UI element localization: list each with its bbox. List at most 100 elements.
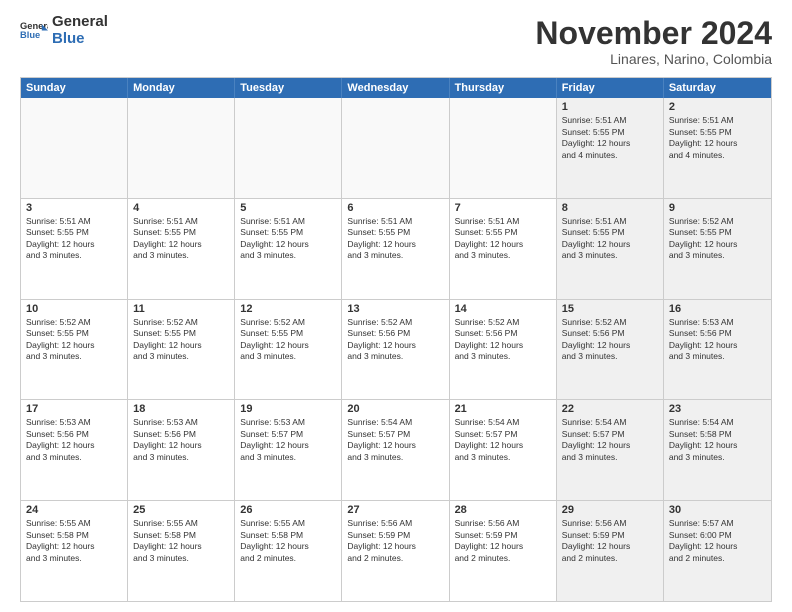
day-number-w1-d1: 4 bbox=[133, 202, 229, 214]
cell-text-w3-d0: Sunrise: 5:53 AM Sunset: 5:56 PM Dayligh… bbox=[26, 417, 122, 463]
week-row-3: 17 Sunrise: 5:53 AM Sunset: 5:56 PM Dayli… bbox=[21, 400, 771, 501]
cell-w0-d3 bbox=[342, 98, 449, 198]
day-number-w4-d2: 26 bbox=[240, 504, 336, 516]
logo-line2: Blue bbox=[52, 31, 108, 48]
cell-w1-d3: 6 Sunrise: 5:51 AM Sunset: 5:55 PM Daylig… bbox=[342, 199, 449, 299]
day-number-w0-d5: 1 bbox=[562, 101, 658, 113]
cell-w1-d2: 5Sunrise: 5:51 AM Sunset: 5:55 PM Daylig… bbox=[235, 199, 342, 299]
day-number-w3-d2: 19 bbox=[240, 403, 336, 415]
calendar: Sunday Monday Tuesday Wednesday Thursday… bbox=[20, 77, 772, 602]
page: General Blue General Blue November 2024 … bbox=[0, 0, 792, 612]
cell-w0-d2 bbox=[235, 98, 342, 198]
cell-w3-d1: 18 Sunrise: 5:53 AM Sunset: 5:56 PM Dayli… bbox=[128, 400, 235, 500]
cell-text-w1-d5: Sunrise: 5:51 AM Sunset: 5:55 PM Dayligh… bbox=[562, 216, 658, 262]
week-row-0: 1 Sunrise: 5:51 AM Sunset: 5:55 PM Daylig… bbox=[21, 98, 771, 199]
cell-w4-d2: 26Sunrise: 5:55 AM Sunset: 5:58 PM Dayli… bbox=[235, 501, 342, 601]
header-tuesday: Tuesday bbox=[235, 78, 342, 98]
cell-text-w0-d6: Sunrise: 5:51 AM Sunset: 5:55 PM Dayligh… bbox=[669, 115, 766, 161]
month-title: November 2024 bbox=[535, 16, 772, 51]
cell-w3-d6: 23 Sunrise: 5:54 AM Sunset: 5:58 PM Dayli… bbox=[664, 400, 771, 500]
day-number-w1-d6: 9 bbox=[669, 202, 766, 214]
cell-w4-d0: 24Sunrise: 5:55 AM Sunset: 5:58 PM Dayli… bbox=[21, 501, 128, 601]
cell-text-w2-d2: Sunrise: 5:52 AM Sunset: 5:55 PM Dayligh… bbox=[240, 317, 336, 363]
cell-text-w3-d3: Sunrise: 5:54 AM Sunset: 5:57 PM Dayligh… bbox=[347, 417, 443, 463]
title-block: November 2024 Linares, Narino, Colombia bbox=[535, 16, 772, 67]
cell-text-w3-d6: Sunrise: 5:54 AM Sunset: 5:58 PM Dayligh… bbox=[669, 417, 766, 463]
header-monday: Monday bbox=[128, 78, 235, 98]
cell-w4-d4: 28 Sunrise: 5:56 AM Sunset: 5:59 PM Dayli… bbox=[450, 501, 557, 601]
cell-text-w3-d2: Sunrise: 5:53 AM Sunset: 5:57 PM Dayligh… bbox=[240, 417, 336, 463]
header-saturday: Saturday bbox=[664, 78, 771, 98]
day-number-w2-d4: 14 bbox=[455, 303, 551, 315]
day-number-w1-d3: 6 bbox=[347, 202, 443, 214]
cell-w3-d2: 19 Sunrise: 5:53 AM Sunset: 5:57 PM Dayli… bbox=[235, 400, 342, 500]
cell-w1-d4: 7 Sunrise: 5:51 AM Sunset: 5:55 PM Daylig… bbox=[450, 199, 557, 299]
day-number-w2-d6: 16 bbox=[669, 303, 766, 315]
calendar-body: 1 Sunrise: 5:51 AM Sunset: 5:55 PM Daylig… bbox=[21, 98, 771, 601]
cell-text-w2-d0: Sunrise: 5:52 AM Sunset: 5:55 PM Dayligh… bbox=[26, 317, 122, 363]
cell-text-w1-d0: Sunrise: 5:51 AM Sunset: 5:55 PM Dayligh… bbox=[26, 216, 122, 262]
cell-text-w1-d1: Sunrise: 5:51 AM Sunset: 5:55 PM Dayligh… bbox=[133, 216, 229, 262]
cell-text-w4-d6: Sunrise: 5:57 AM Sunset: 6:00 PM Dayligh… bbox=[669, 518, 766, 564]
day-number-w4-d1: 25 bbox=[133, 504, 229, 516]
cell-w2-d5: 15 Sunrise: 5:52 AM Sunset: 5:56 PM Dayli… bbox=[557, 300, 664, 400]
day-number-w4-d6: 30 bbox=[669, 504, 766, 516]
day-number-w2-d1: 11 bbox=[133, 303, 229, 315]
cell-text-w1-d4: Sunrise: 5:51 AM Sunset: 5:55 PM Dayligh… bbox=[455, 216, 551, 262]
day-number-w3-d5: 22 bbox=[562, 403, 658, 415]
cell-w3-d4: 21 Sunrise: 5:54 AM Sunset: 5:57 PM Dayli… bbox=[450, 400, 557, 500]
cell-w4-d5: 29Sunrise: 5:56 AM Sunset: 5:59 PM Dayli… bbox=[557, 501, 664, 601]
day-number-w1-d2: 5 bbox=[240, 202, 336, 214]
day-number-w1-d0: 3 bbox=[26, 202, 122, 214]
cell-w3-d0: 17 Sunrise: 5:53 AM Sunset: 5:56 PM Dayli… bbox=[21, 400, 128, 500]
cell-text-w3-d1: Sunrise: 5:53 AM Sunset: 5:56 PM Dayligh… bbox=[133, 417, 229, 463]
day-number-w2-d0: 10 bbox=[26, 303, 122, 315]
cell-w2-d0: 10 Sunrise: 5:52 AM Sunset: 5:55 PM Dayli… bbox=[21, 300, 128, 400]
day-number-w4-d4: 28 bbox=[455, 504, 551, 516]
day-number-w1-d5: 8 bbox=[562, 202, 658, 214]
cell-text-w2-d1: Sunrise: 5:52 AM Sunset: 5:55 PM Dayligh… bbox=[133, 317, 229, 363]
cell-w3-d5: 22Sunrise: 5:54 AM Sunset: 5:57 PM Dayli… bbox=[557, 400, 664, 500]
week-row-1: 3 Sunrise: 5:51 AM Sunset: 5:55 PM Daylig… bbox=[21, 199, 771, 300]
day-number-w3-d6: 23 bbox=[669, 403, 766, 415]
day-number-w4-d3: 27 bbox=[347, 504, 443, 516]
cell-w1-d0: 3 Sunrise: 5:51 AM Sunset: 5:55 PM Daylig… bbox=[21, 199, 128, 299]
day-number-w0-d6: 2 bbox=[669, 101, 766, 113]
cell-w4-d6: 30 Sunrise: 5:57 AM Sunset: 6:00 PM Dayli… bbox=[664, 501, 771, 601]
cell-w4-d1: 25 Sunrise: 5:55 AM Sunset: 5:58 PM Dayli… bbox=[128, 501, 235, 601]
day-number-w1-d4: 7 bbox=[455, 202, 551, 214]
header-wednesday: Wednesday bbox=[342, 78, 449, 98]
header-sunday: Sunday bbox=[21, 78, 128, 98]
day-number-w3-d1: 18 bbox=[133, 403, 229, 415]
cell-text-w1-d6: Sunrise: 5:52 AM Sunset: 5:55 PM Dayligh… bbox=[669, 216, 766, 262]
day-number-w2-d2: 12 bbox=[240, 303, 336, 315]
day-number-w3-d3: 20 bbox=[347, 403, 443, 415]
logo-line1: General bbox=[52, 14, 108, 31]
location: Linares, Narino, Colombia bbox=[535, 51, 772, 67]
day-number-w3-d0: 17 bbox=[26, 403, 122, 415]
cell-text-w4-d1: Sunrise: 5:55 AM Sunset: 5:58 PM Dayligh… bbox=[133, 518, 229, 564]
cell-text-w4-d4: Sunrise: 5:56 AM Sunset: 5:59 PM Dayligh… bbox=[455, 518, 551, 564]
day-number-w4-d0: 24 bbox=[26, 504, 122, 516]
cell-text-w2-d3: Sunrise: 5:52 AM Sunset: 5:56 PM Dayligh… bbox=[347, 317, 443, 363]
day-number-w3-d4: 21 bbox=[455, 403, 551, 415]
header-thursday: Thursday bbox=[450, 78, 557, 98]
logo-icon: General Blue bbox=[20, 18, 48, 46]
cell-text-w2-d5: Sunrise: 5:52 AM Sunset: 5:56 PM Dayligh… bbox=[562, 317, 658, 363]
cell-w0-d5: 1Sunrise: 5:51 AM Sunset: 5:55 PM Daylig… bbox=[557, 98, 664, 198]
header-friday: Friday bbox=[557, 78, 664, 98]
cell-w0-d6: 2 Sunrise: 5:51 AM Sunset: 5:55 PM Daylig… bbox=[664, 98, 771, 198]
cell-text-w3-d4: Sunrise: 5:54 AM Sunset: 5:57 PM Dayligh… bbox=[455, 417, 551, 463]
cell-w2-d4: 14Sunrise: 5:52 AM Sunset: 5:56 PM Dayli… bbox=[450, 300, 557, 400]
cell-w1-d1: 4 Sunrise: 5:51 AM Sunset: 5:55 PM Daylig… bbox=[128, 199, 235, 299]
cell-w0-d0 bbox=[21, 98, 128, 198]
cell-text-w1-d3: Sunrise: 5:51 AM Sunset: 5:55 PM Dayligh… bbox=[347, 216, 443, 262]
cell-w3-d3: 20 Sunrise: 5:54 AM Sunset: 5:57 PM Dayli… bbox=[342, 400, 449, 500]
cell-w0-d4 bbox=[450, 98, 557, 198]
calendar-header: Sunday Monday Tuesday Wednesday Thursday… bbox=[21, 78, 771, 98]
cell-w2-d2: 12 Sunrise: 5:52 AM Sunset: 5:55 PM Dayli… bbox=[235, 300, 342, 400]
cell-w2-d1: 11 Sunrise: 5:52 AM Sunset: 5:55 PM Dayli… bbox=[128, 300, 235, 400]
cell-text-w2-d6: Sunrise: 5:53 AM Sunset: 5:56 PM Dayligh… bbox=[669, 317, 766, 363]
cell-w2-d6: 16 Sunrise: 5:53 AM Sunset: 5:56 PM Dayli… bbox=[664, 300, 771, 400]
day-number-w2-d5: 15 bbox=[562, 303, 658, 315]
